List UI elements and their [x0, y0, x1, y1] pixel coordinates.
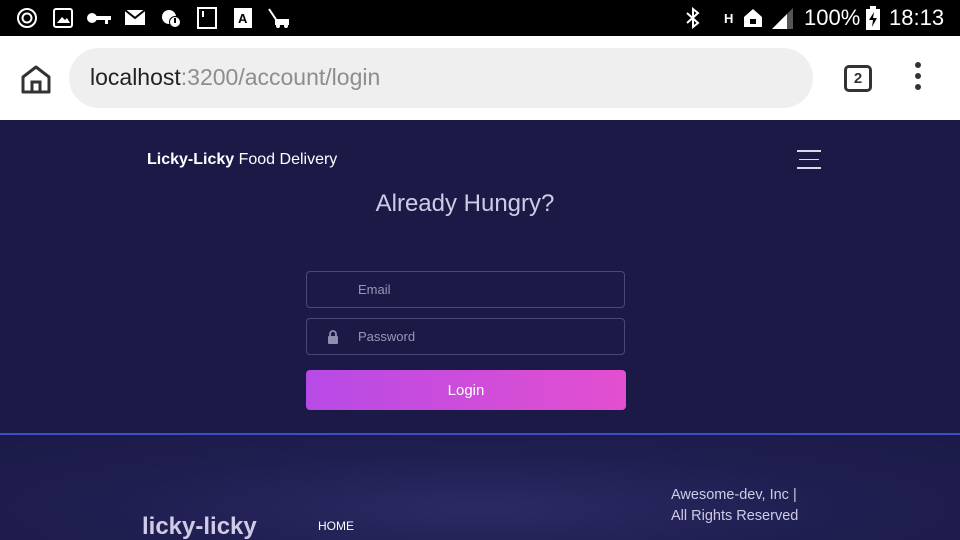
- copyright-line-1: Awesome-dev, Inc |: [671, 487, 797, 503]
- sim-icon: [197, 7, 217, 29]
- navbar-brand[interactable]: Licky-Licky Food Delivery: [147, 151, 337, 169]
- footer-brand: licky-licky: [142, 513, 257, 540]
- url-host: localhost: [90, 64, 181, 90]
- image-icon: [53, 8, 73, 28]
- footer-nav-home[interactable]: HOME: [318, 519, 354, 533]
- browser-toolbar: localhost:3200/account/login 2: [0, 36, 960, 120]
- login-heading: Already Hungry?: [375, 190, 555, 217]
- url-text[interactable]: localhost:3200/account/login: [90, 64, 380, 91]
- footer-copyright: Awesome-dev, Inc | All Rights Reserved: [671, 485, 798, 527]
- email-field[interactable]: [358, 272, 608, 307]
- cloud-alert-icon: [162, 10, 181, 28]
- battery-charging-icon: [866, 6, 880, 30]
- page-content: Licky-Licky Food Delivery Already Hungry…: [0, 120, 960, 540]
- signal-icon: [772, 8, 793, 29]
- url-path: :3200/account/login: [180, 64, 381, 90]
- key-icon: [87, 13, 111, 24]
- password-field[interactable]: [358, 319, 608, 354]
- home-network-icon: [744, 9, 762, 27]
- login-button[interactable]: Login: [306, 370, 626, 410]
- font-a-icon: A: [234, 8, 252, 28]
- brand-tagline: Food Delivery: [234, 151, 338, 168]
- clock: 18:13: [889, 0, 944, 36]
- email-field-wrapper: [306, 271, 625, 308]
- address-bar[interactable]: localhost:3200/account/login: [69, 48, 813, 108]
- android-status-bar: A H 100% 18:13: [0, 0, 960, 36]
- hamburger-menu-icon[interactable]: [797, 150, 821, 170]
- tab-switcher-button[interactable]: 2: [844, 65, 872, 92]
- network-type-label: H: [724, 10, 734, 26]
- sync-icon: [17, 8, 37, 28]
- bluetooth-icon: [686, 7, 700, 29]
- mail-icon: [124, 9, 146, 25]
- clock-label: 18:13: [889, 5, 945, 30]
- brand-name: Licky-Licky: [147, 151, 235, 168]
- footer: Awesome-dev, Inc | All Rights Reserved l…: [0, 435, 960, 540]
- lock-icon: [328, 330, 338, 344]
- mower-icon: [268, 8, 289, 28]
- home-icon[interactable]: [20, 64, 52, 94]
- overflow-menu-icon[interactable]: [910, 62, 926, 94]
- network-type-indicator: H: [724, 0, 733, 36]
- battery-percent-label: 100%: [804, 5, 861, 30]
- password-field-wrapper: [306, 318, 625, 355]
- copyright-line-2: All Rights Reserved: [671, 508, 799, 524]
- svg-text:A: A: [238, 11, 248, 26]
- battery-percent: 100%: [804, 0, 860, 36]
